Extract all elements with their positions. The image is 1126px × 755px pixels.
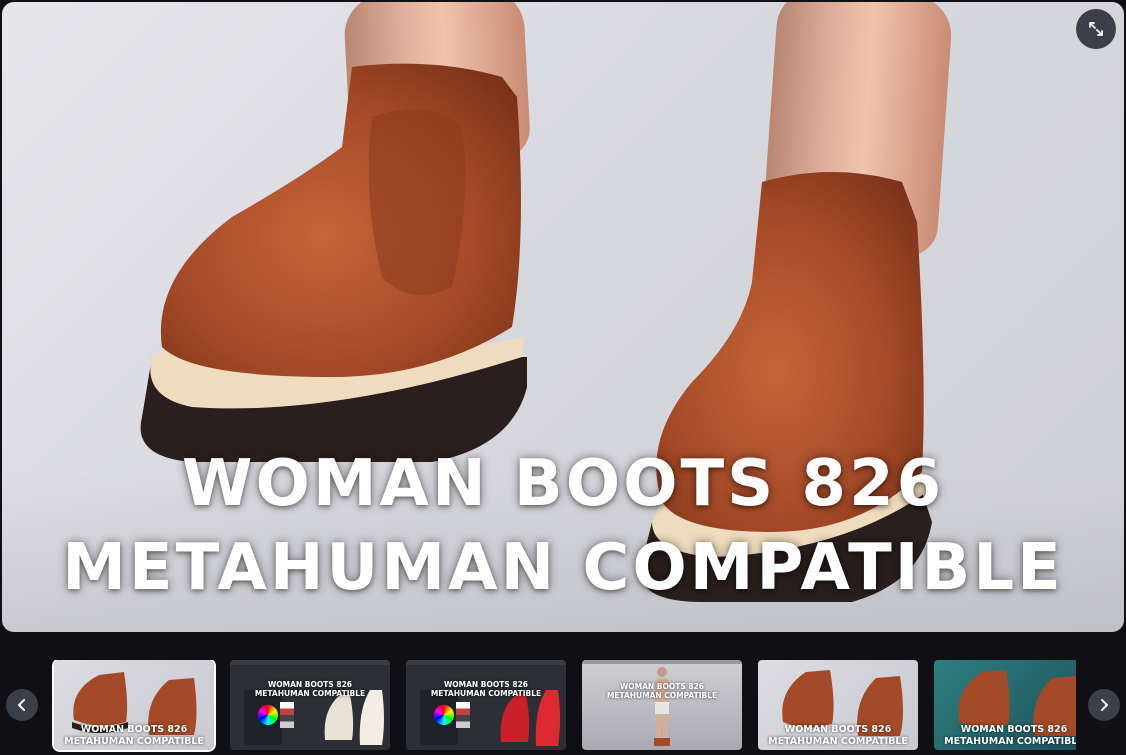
thumbnail-2[interactable]: WOMAN BOOTS 826 METAHUMAN COMPATIBLE <box>230 660 390 750</box>
thumbnail-caption-line-1: WOMAN BOOTS 826 <box>960 724 1068 735</box>
thumbnail-caption-line-1: WOMAN BOOTS 826 <box>80 724 188 735</box>
product-title-overlay: WOMAN BOOTS 826 METAHUMAN COMPATIBLE <box>2 442 1124 610</box>
thumbnail-strip: WOMAN BOOTS 826 METAHUMAN COMPATIBLE WOM… <box>0 655 1126 755</box>
thumbnail-6[interactable]: WOMAN BOOTS 826 METAHUMAN COMPATIBLE <box>934 660 1076 750</box>
thumbnail-caption-line-2: METAHUMAN COMPATIBLE <box>944 736 1076 747</box>
thumbnail-full-figure-image <box>654 667 670 746</box>
thumbnail-3[interactable]: WOMAN BOOTS 826 METAHUMAN COMPATIBLE <box>406 660 566 750</box>
expand-icon <box>1089 22 1103 36</box>
product-image-viewer: WOMAN BOOTS 826 METAHUMAN COMPATIBLE <box>2 2 1124 632</box>
thumbnail-caption-line-1: WOMAN BOOTS 826 <box>784 724 892 735</box>
thumbnail-caption-line-1: WOMAN BOOTS 826 <box>619 682 705 691</box>
thumbnail-caption-line-1: WOMAN BOOTS 826 <box>267 680 353 689</box>
thumbnail-5[interactable]: WOMAN BOOTS 826 METAHUMAN COMPATIBLE <box>758 660 918 750</box>
thumbnail-caption-line-2: METAHUMAN COMPATIBLE <box>768 736 908 747</box>
thumbnail-caption-line-2: METAHUMAN COMPATIBLE <box>430 689 542 698</box>
left-boot-image <box>140 63 528 462</box>
thumbnail-caption-line-2: METAHUMAN COMPATIBLE <box>254 689 366 698</box>
next-button[interactable] <box>1088 689 1120 721</box>
previous-button[interactable] <box>6 689 38 721</box>
thumbnail-1[interactable]: WOMAN BOOTS 826 METAHUMAN COMPATIBLE <box>52 660 216 752</box>
title-line-2: METAHUMAN COMPATIBLE <box>62 531 1064 605</box>
thumbnail-4[interactable]: WOMAN BOOTS 826 METAHUMAN COMPATIBLE <box>582 660 742 750</box>
title-line-1: WOMAN BOOTS 826 <box>181 447 945 521</box>
thumbnail-caption-line-1: WOMAN BOOTS 826 <box>443 680 529 689</box>
chevron-left-icon <box>18 699 25 711</box>
thumbnail-list: WOMAN BOOTS 826 METAHUMAN COMPATIBLE WOM… <box>52 660 1076 755</box>
thumbnail-white-boots-image <box>324 690 384 745</box>
thumbnail-caption-line-2: METAHUMAN COMPATIBLE <box>606 691 718 700</box>
chevron-right-icon <box>1101 699 1108 711</box>
expand-button[interactable] <box>1076 9 1116 49</box>
thumbnail-red-boots-image <box>500 690 560 746</box>
thumbnail-caption-line-2: METAHUMAN COMPATIBLE <box>64 736 204 747</box>
